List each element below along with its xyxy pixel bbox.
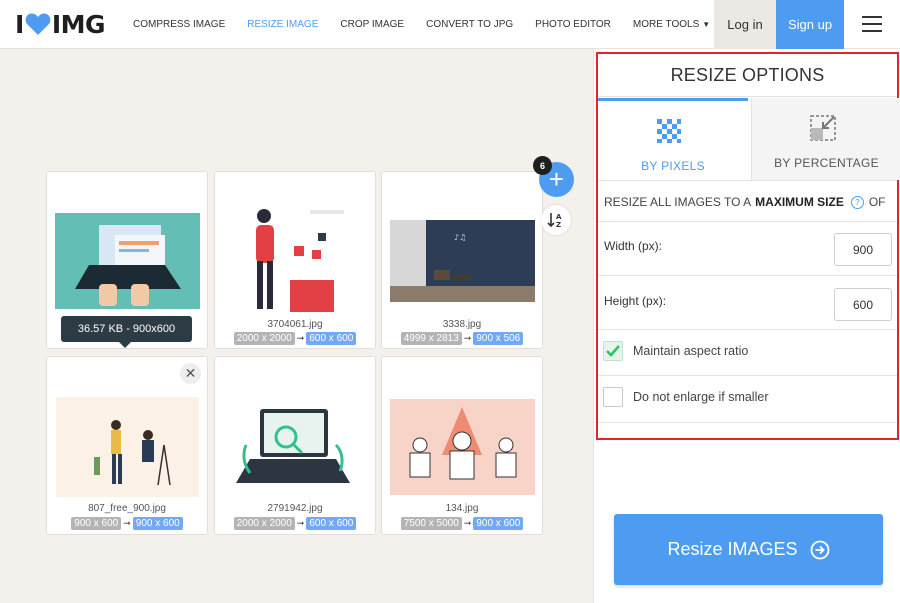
new-size-badge: 900 x 600 [473,517,524,530]
maintain-aspect-checkbox[interactable] [603,341,623,361]
file-thumbnail [232,198,357,319]
hamburger-menu-icon[interactable] [862,16,882,32]
percentage-resize-icon [810,115,836,141]
logo-text-i: I [15,9,24,39]
file-card[interactable]: 134.jpg 7500 x 5000 ➞ 900 x 600 [381,356,543,535]
width-input[interactable] [834,233,892,266]
file-count-badge: 6 [533,156,552,175]
people-illustration [390,399,535,495]
arrow-circle-right-icon [810,540,829,559]
heart-icon [25,13,51,35]
divider [598,422,897,423]
nav-convert-to-jpg[interactable]: CONVERT TO JPG [426,19,513,30]
file-name: 2791942.jpg [267,503,323,514]
original-size-badge: 4999 x 2813 [400,332,462,345]
ilovemg-logo[interactable]: I IMG [15,9,106,39]
resize-button-label: Resize IMAGES [667,539,798,559]
pixels-icon [657,119,681,143]
file-card[interactable]: 807_free_900.jpg 900 x 600 ➞ 900 x 600 [46,356,208,535]
photoshoot-illustration [56,397,199,497]
room-photo: ♪♫ [390,220,535,302]
svg-text:Z: Z [556,221,561,229]
sort-az-glyph: A Z [547,213,562,229]
file-thumbnail: ♪♫ [390,220,535,302]
divider [598,275,897,276]
divider [598,375,897,376]
new-size-badge: 900 x 506 [473,332,524,345]
divider [598,180,897,181]
file-info-tooltip: 36.57 KB - 900x600 [61,316,192,348]
nav-resize-image[interactable]: RESIZE IMAGE [247,19,318,30]
top-header: I IMG COMPRESS IMAGE RESIZE IMAGE CROP I… [0,0,900,49]
nav-photo-editor[interactable]: PHOTO EDITOR [535,19,611,30]
tab-by-percentage-label: BY PERCENTAGE [774,156,879,170]
options-title: RESIZE OPTIONS [598,54,897,97]
width-label: Width (px): [604,239,663,253]
divider [598,329,897,330]
checkmark-icon [606,345,620,357]
person-box-illustration [232,198,357,319]
height-label: Height (px): [604,294,667,308]
height-input[interactable] [834,288,892,321]
remove-file-icon[interactable]: ✕ [180,363,201,384]
size-change: 4999 x 2813 ➞ 900 x 506 [382,332,542,345]
arrow-right-icon: ➞ [296,518,305,528]
file-card[interactable]: 2791942.jpg 2000 x 2000 ➞ 600 x 600 [214,356,376,535]
nav-more-tools-label: MORE TOOLS [632,19,700,30]
original-size-badge: 7500 x 5000 [400,517,462,530]
signup-button[interactable]: Sign up [776,0,844,49]
arrow-right-icon: ➞ [123,518,131,528]
svg-text:♪♫: ♪♫ [454,233,466,242]
resize-all-text: RESIZE ALL IMAGES TO A [604,195,752,209]
nav-crop-image[interactable]: CROP IMAGE [340,19,404,30]
file-name: 807_free_900.jpg [88,503,166,514]
file-card[interactable]: 3704061.jpg 2000 x 2000 ➞ 600 x 600 [214,171,376,349]
file-name: 134.jpg [445,503,479,514]
file-name: 3338.jpg [442,319,482,330]
arrow-right-icon: ➞ [296,333,305,343]
arrow-right-icon: ➞ [463,333,472,343]
resize-images-button[interactable]: Resize IMAGES [614,514,883,585]
no-enlarge-checkbox[interactable] [603,387,623,407]
file-thumbnail [55,213,200,309]
original-size-badge: 900 x 600 [71,517,122,530]
size-change: 900 x 600 ➞ 900 x 600 [47,517,207,530]
divider [598,221,897,222]
resize-mode-description: RESIZE ALL IMAGES TO A MAXIMUM SIZE ? OF [604,195,894,209]
size-change: 2000 x 2000 ➞ 600 x 600 [215,517,375,530]
arrow-right-icon: ➞ [463,518,472,528]
laptop-search-illustration [232,385,357,500]
file-card[interactable]: ♪♫ 3338.jpg 4999 x 2813 ➞ 900 x 506 [381,171,543,349]
size-change: 7500 x 5000 ➞ 900 x 600 [382,517,542,530]
size-change: 2000 x 2000 ➞ 600 x 600 [215,332,375,345]
tab-by-percentage[interactable]: BY PERCENTAGE [751,98,900,180]
no-enlarge-label[interactable]: Do not enlarge if smaller [633,390,768,404]
file-name: 3704061.jpg [267,319,323,330]
caret-down-icon: ▼ [702,20,711,29]
new-size-badge: 900 x 600 [132,517,183,530]
resize-all-suffix: OF [868,195,886,209]
original-size-badge: 2000 x 2000 [233,332,295,345]
login-button[interactable]: Log in [714,0,776,49]
logo-text-img: IMG [51,9,106,39]
laptop-illustration [55,213,200,309]
nav-compress-image[interactable]: COMPRESS IMAGE [133,19,225,30]
svg-text:A: A [556,213,562,221]
file-thumbnail [232,385,357,500]
maintain-aspect-label[interactable]: Maintain aspect ratio [633,344,748,358]
nav-more-tools[interactable]: MORE TOOLS ▼ [633,19,710,30]
original-size-badge: 2000 x 2000 [233,517,295,530]
main-nav: COMPRESS IMAGE RESIZE IMAGE CROP IMAGE C… [133,0,732,49]
file-thumbnail [56,397,199,497]
new-size-badge: 600 x 600 [306,332,357,345]
sort-az-icon[interactable]: A Z [541,205,571,235]
file-thumbnail [390,399,535,495]
tab-by-pixels[interactable]: BY PIXELS [598,98,748,180]
tab-by-pixels-label: BY PIXELS [641,159,705,173]
new-size-badge: 600 x 600 [306,517,357,530]
resize-all-bold: MAXIMUM SIZE [755,195,844,209]
help-icon[interactable]: ? [850,195,864,209]
